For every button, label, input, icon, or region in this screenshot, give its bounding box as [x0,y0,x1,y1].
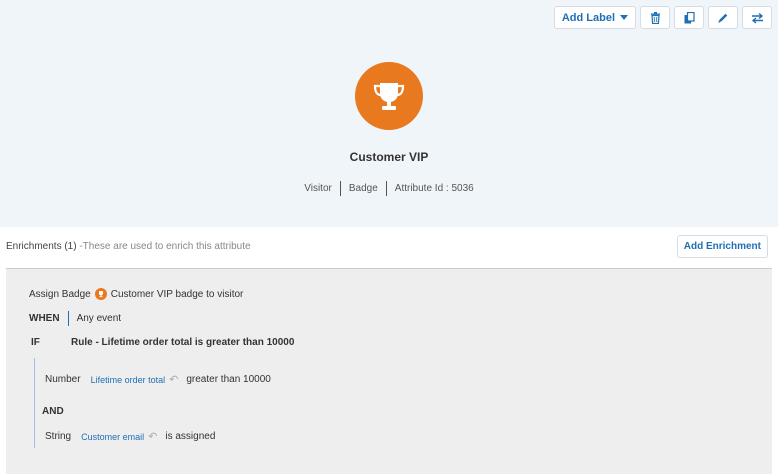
and-row: AND [42,406,64,417]
condition-operator: is assigned [165,431,216,442]
attribute-name: Customer VIP [349,150,429,164]
enrichments-header: Enrichments (1) -These are used to enric… [6,241,251,252]
undo-icon[interactable]: ↶ [169,373,178,386]
and-label: AND [42,406,64,417]
when-value: Any event [76,313,122,324]
divider [385,181,387,196]
attribute-header: Add Label Customer VIP Visitor Badge Att… [0,0,778,227]
enrichments-title: Enrichments (1) [6,241,77,252]
condition-field-link[interactable]: Lifetime order total [91,375,166,385]
pencil-icon [718,13,728,23]
attribute-id: Attribute Id : 5036 [394,183,474,194]
add-label-text: Add Label [561,11,615,24]
assign-badge-row: Assign Badge Customer VIP badge to visit… [29,288,243,300]
enrichments-subtitle: -These are used to enrich this attribute [76,241,251,252]
condition-operator: greater than 10000 [186,374,271,385]
assign-text: Customer VIP badge to visitor [110,288,244,300]
if-row: IF Rule - Lifetime order total is greate… [31,337,294,348]
trophy-icon [94,288,107,300]
divider [67,311,69,326]
divider [339,181,341,196]
delete-button[interactable] [640,6,670,29]
swap-button[interactable] [742,6,772,29]
attribute-type: Visitor [304,183,332,194]
trash-icon [650,11,660,24]
condition-row: Number Lifetime order total ↶ greater th… [45,373,271,386]
add-enrichment-button[interactable]: Add Enrichment [676,235,768,258]
condition-group: Number Lifetime order total ↶ greater th… [34,358,772,448]
add-label-button[interactable]: Add Label [553,6,636,29]
attribute-meta: Visitor Badge Attribute Id : 5036 [0,181,778,196]
condition-row: String Customer email ↶ is assigned [45,430,215,443]
attribute-kind: Badge [348,183,378,194]
undo-icon[interactable]: ↶ [148,430,157,443]
if-value: Rule - Lifetime order total is greater t… [71,337,295,348]
if-label: IF [31,337,40,348]
trophy-icon [373,83,405,110]
when-label: WHEN [29,313,60,324]
copy-icon [684,11,695,23]
swap-icon [751,12,763,24]
copy-button[interactable] [674,6,704,29]
chevron-down-icon [620,15,628,20]
condition-type: Number [45,374,81,385]
condition-field-link[interactable]: Customer email [81,432,144,442]
toolbar: Add Label [553,6,772,29]
condition-type: String [45,431,72,442]
assign-prefix: Assign Badge [29,288,91,300]
enrichment-rule[interactable]: Assign Badge Customer VIP badge to visit… [6,268,772,474]
trophy-glyph [98,291,103,298]
edit-button[interactable] [708,6,738,29]
attribute-badge [355,62,423,130]
when-row: WHEN Any event [29,311,121,326]
